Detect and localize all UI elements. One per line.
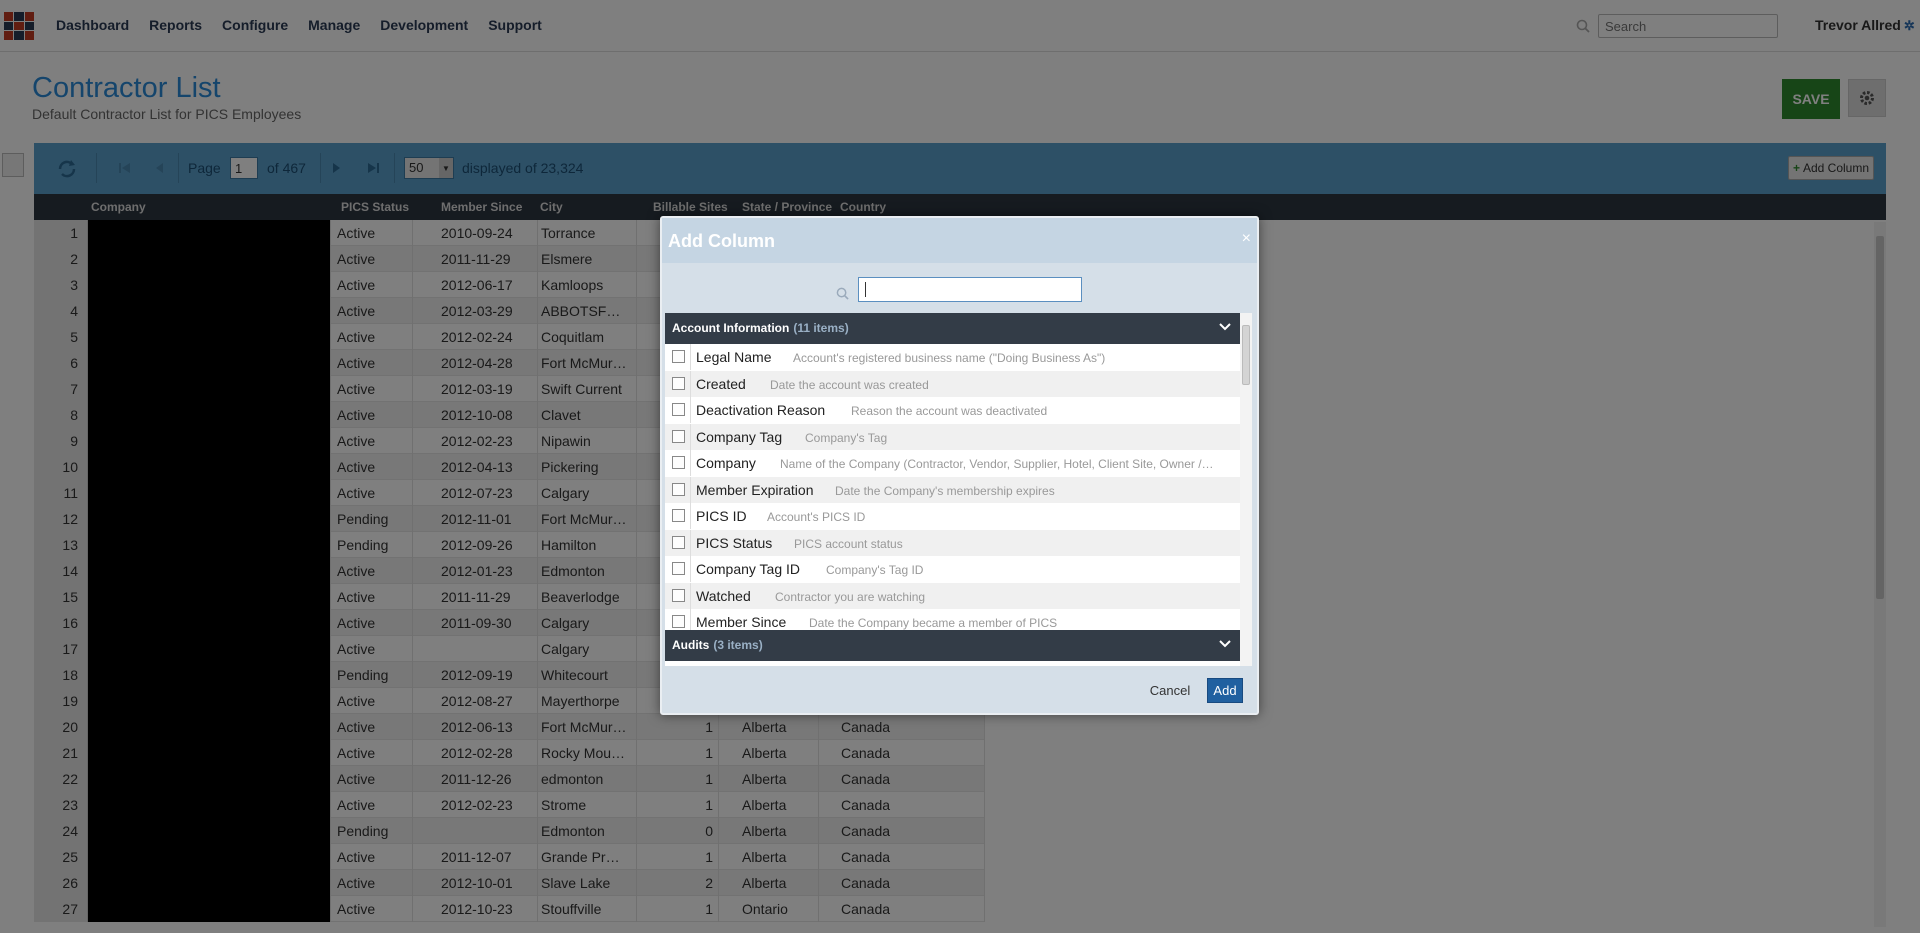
scrollbar-thumb[interactable]	[1242, 325, 1250, 385]
column-option-description: Reason the account was deactivated	[851, 404, 1048, 418]
divider	[690, 450, 691, 476]
divider	[690, 476, 691, 503]
group-name: Audits	[672, 638, 710, 652]
column-option-name: Company Tag	[696, 428, 783, 445]
group-account-information[interactable]: Account Information (11 items)	[665, 313, 1240, 344]
column-option[interactable]: PICS ID Account's PICS ID	[665, 503, 1240, 529]
column-option-name: Member Since	[696, 614, 787, 630]
divider	[690, 344, 691, 370]
column-option-name: PICS Status	[696, 534, 773, 551]
column-option[interactable]: Created Date the account was created	[665, 370, 1240, 397]
column-option-description: Name of the Company (Contractor, Vendor,…	[780, 457, 1214, 471]
column-option-description: Date the Company's membership expires	[835, 483, 1055, 498]
column-option-description: Account's PICS ID	[767, 510, 866, 524]
column-option-description: Date the account was created	[770, 377, 929, 392]
column-list: Account Information (11 items) Legal Name…	[665, 313, 1252, 666]
column-checkbox[interactable]	[672, 562, 685, 575]
add-button[interactable]: Add	[1207, 678, 1243, 703]
search-icon	[836, 287, 849, 300]
dialog-header: Add Column ×	[662, 218, 1257, 263]
column-option[interactable]: Deactivation Reason Reason the account wa…	[665, 397, 1240, 423]
column-option-name: Company Tag ID	[696, 561, 801, 577]
column-checkbox[interactable]	[672, 482, 685, 496]
column-checkbox[interactable]	[672, 615, 685, 628]
column-checkbox[interactable]	[672, 376, 685, 390]
divider	[690, 529, 691, 556]
column-checkbox[interactable]	[672, 403, 685, 416]
column-option[interactable]: PICS Status PICS account status	[665, 529, 1240, 556]
column-option[interactable]: Member Expiration Date the Company's memb…	[665, 476, 1240, 503]
column-option-name: PICS ID	[696, 508, 747, 524]
column-option-name: Legal Name	[696, 349, 772, 365]
column-option[interactable]: Company Tag ID Company's Tag ID	[665, 556, 1240, 582]
chevron-down-icon	[1219, 323, 1231, 331]
column-option-description: Contractor you are watching	[775, 589, 926, 604]
group-count: (11 items)	[793, 321, 849, 335]
divider	[690, 423, 691, 450]
text-caret	[865, 282, 866, 297]
list-scrollbar[interactable]	[1240, 313, 1252, 666]
cancel-button[interactable]: Cancel	[1146, 678, 1194, 703]
column-checkbox[interactable]	[672, 350, 685, 363]
column-option-name: Deactivation Reason	[696, 402, 826, 418]
column-option-description: Account's registered business name ("Doi…	[793, 351, 1106, 365]
group-count: (3 items)	[713, 638, 763, 652]
column-checkbox[interactable]	[672, 456, 685, 469]
divider	[690, 503, 691, 529]
chevron-down-icon	[1219, 640, 1231, 648]
column-option-description: Company's Tag	[805, 430, 888, 445]
column-option[interactable]: Company Tag Company's Tag	[665, 423, 1240, 450]
divider	[690, 397, 691, 423]
column-option[interactable]: Watched Contractor you are watching	[665, 582, 1240, 609]
column-checkbox[interactable]	[672, 588, 685, 602]
column-search-input[interactable]	[858, 277, 1082, 302]
column-checkbox[interactable]	[672, 429, 685, 443]
column-option-name: Created	[696, 375, 746, 392]
dialog-title: Add Column	[668, 231, 775, 251]
divider	[690, 556, 691, 582]
column-option-description: Company's Tag ID	[826, 563, 924, 577]
column-option-description: PICS account status	[794, 536, 903, 551]
column-checkbox[interactable]	[672, 535, 685, 549]
column-option[interactable]: Company Name of the Company (Contractor, …	[665, 450, 1240, 476]
divider	[690, 370, 691, 397]
add-column-dialog: Add Column × Account Information (11 item…	[660, 216, 1259, 715]
column-option-description: Date the Company became a member of PICS	[809, 616, 1058, 630]
group-audits[interactable]: Audits (3 items)	[665, 630, 1240, 661]
column-option[interactable]: Legal Name Account's registered business …	[665, 344, 1240, 370]
column-option-name: Member Expiration	[696, 481, 814, 498]
column-option-name: Watched	[696, 587, 751, 604]
group-name: Account Information	[672, 321, 790, 335]
column-option-name: Company	[696, 455, 756, 471]
divider	[690, 582, 691, 609]
group-title: Account Information (11 items)	[672, 321, 849, 335]
column-checkbox[interactable]	[672, 509, 685, 522]
close-icon[interactable]: ×	[1242, 230, 1251, 248]
group-title: Audits (3 items)	[672, 638, 763, 652]
